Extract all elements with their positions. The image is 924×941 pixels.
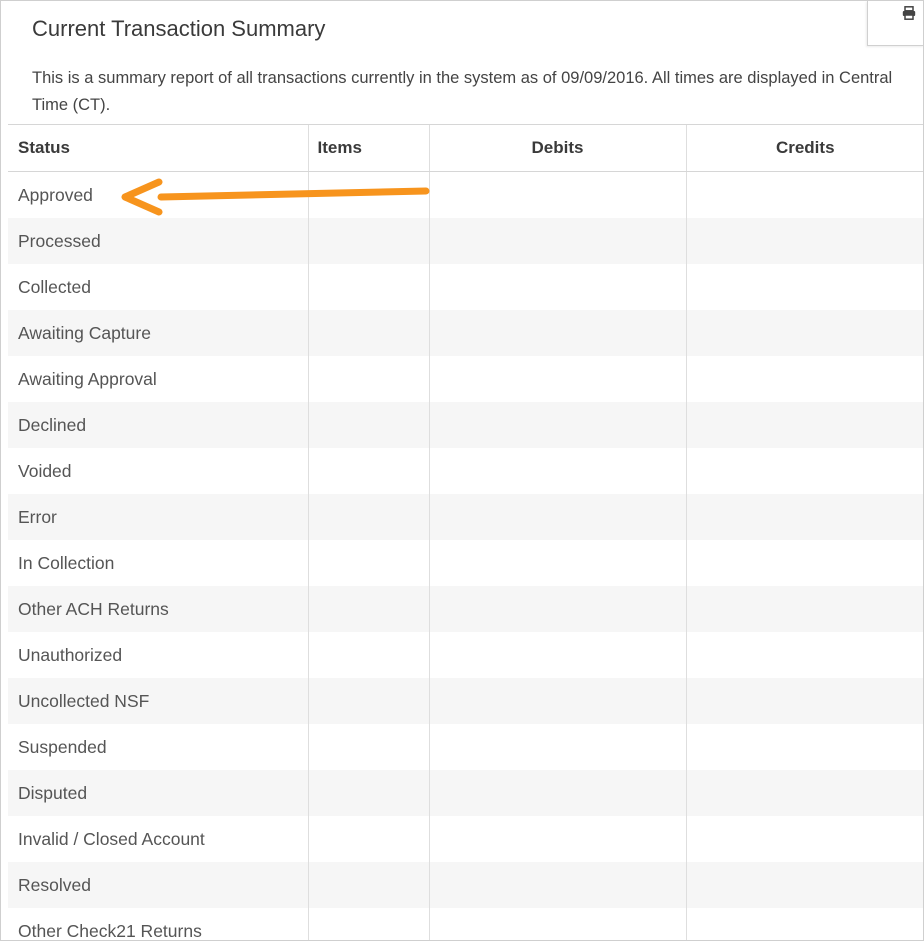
table-row: Voided [8, 448, 923, 494]
status-cell: Awaiting Approval [18, 368, 157, 389]
status-cell: Other Check21 Returns [18, 920, 202, 941]
credits-cell [685, 632, 923, 678]
status-cell: Declined [8, 402, 308, 448]
transaction-summary-panel: Current Transaction Summary This is a su… [0, 0, 924, 941]
items-cell [307, 171, 429, 218]
table-row: Other Check21 Returns [8, 908, 923, 941]
credits-cell [685, 862, 923, 908]
items-cell [307, 678, 429, 724]
debits-cell [428, 678, 686, 724]
debits-cell [428, 586, 686, 632]
printer-icon [902, 6, 916, 20]
table-row: Disputed [8, 770, 923, 816]
items-cell [307, 402, 429, 448]
credits-cell [685, 264, 923, 310]
status-cell: Processed [8, 218, 308, 264]
status-cell: Awaiting Capture [8, 310, 308, 356]
debits-cell [428, 171, 686, 218]
items-cell [307, 908, 429, 940]
credits-cell [685, 402, 923, 448]
items-cell [307, 494, 429, 540]
table-row: Invalid / Closed Account [8, 816, 923, 862]
items-cell [307, 770, 429, 816]
summary-description: This is a summary report of all transact… [32, 69, 893, 114]
items-cell [307, 356, 429, 402]
credits-cell [685, 586, 923, 632]
items-cell [307, 218, 429, 264]
panel-title: Current Transaction Summary [32, 16, 326, 41]
header-debits: Debits [428, 124, 686, 172]
table-row: Collected [8, 264, 923, 310]
items-cell [307, 816, 429, 862]
debits-cell [428, 218, 686, 264]
credits-cell [685, 770, 923, 816]
debits-cell [428, 448, 686, 494]
table-row: Other ACH Returns [8, 586, 923, 632]
items-cell [307, 448, 429, 494]
debits-cell [428, 632, 686, 678]
debits-cell [428, 862, 686, 908]
status-cell: Voided [18, 460, 72, 481]
items-cell [307, 724, 429, 770]
status-cell: Disputed [8, 770, 308, 816]
table-row: Uncollected NSF [8, 678, 923, 724]
table-row: Resolved [8, 862, 923, 908]
debits-cell [428, 724, 686, 770]
credits-cell [685, 816, 923, 862]
credits-cell [685, 310, 923, 356]
header-items: Items [307, 124, 429, 172]
credits-cell [685, 540, 923, 586]
credits-cell [685, 448, 923, 494]
table-row: Error [8, 494, 923, 540]
credits-cell [685, 171, 923, 218]
credits-cell [685, 356, 923, 402]
debits-cell [428, 816, 686, 862]
status-cell: Approved [18, 184, 93, 205]
table-row: Suspended [8, 724, 923, 770]
table-row: Processed [8, 218, 923, 264]
table-row: Awaiting Capture [8, 310, 923, 356]
status-cell: Error [8, 494, 308, 540]
status-cell: Other ACH Returns [8, 586, 308, 632]
credits-cell [685, 678, 923, 724]
debits-cell [428, 908, 686, 940]
credits-cell [685, 218, 923, 264]
header-credits: Credits [685, 124, 923, 172]
transaction-summary-table: Status Items Debits Credits Approved Proc… [8, 124, 923, 941]
print-button[interactable] [867, 1, 923, 46]
credits-cell [685, 494, 923, 540]
debits-cell [428, 264, 686, 310]
table-header-row: Status Items Debits Credits [8, 124, 923, 172]
table-body: Approved Processed Collected Awaiting Captu… [8, 171, 923, 941]
debits-cell [428, 402, 686, 448]
credits-cell [685, 908, 923, 940]
table-row: Awaiting Approval [8, 356, 923, 402]
status-cell: Suspended [18, 736, 107, 757]
items-cell [307, 862, 429, 908]
table-row: Unauthorized [8, 632, 923, 678]
status-cell: In Collection [18, 552, 115, 573]
credits-cell [685, 724, 923, 770]
debits-cell [428, 540, 686, 586]
header-status: Status [8, 124, 308, 172]
table-row: In Collection [8, 540, 923, 586]
debits-cell [428, 494, 686, 540]
debits-cell [428, 770, 686, 816]
status-cell: Collected [18, 276, 91, 297]
debits-cell [428, 310, 686, 356]
status-cell: Resolved [8, 862, 308, 908]
items-cell [307, 586, 429, 632]
status-cell: Invalid / Closed Account [18, 828, 205, 849]
summary-table-container: Status Items Debits Credits Approved Proc… [8, 124, 923, 941]
debits-cell [428, 356, 686, 402]
items-cell [307, 264, 429, 310]
table-row: Declined [8, 402, 923, 448]
items-cell [307, 540, 429, 586]
table-row: Approved [8, 171, 923, 218]
items-cell [307, 310, 429, 356]
status-cell: Unauthorized [18, 644, 123, 665]
items-cell [307, 632, 429, 678]
status-cell: Uncollected NSF [8, 678, 308, 724]
